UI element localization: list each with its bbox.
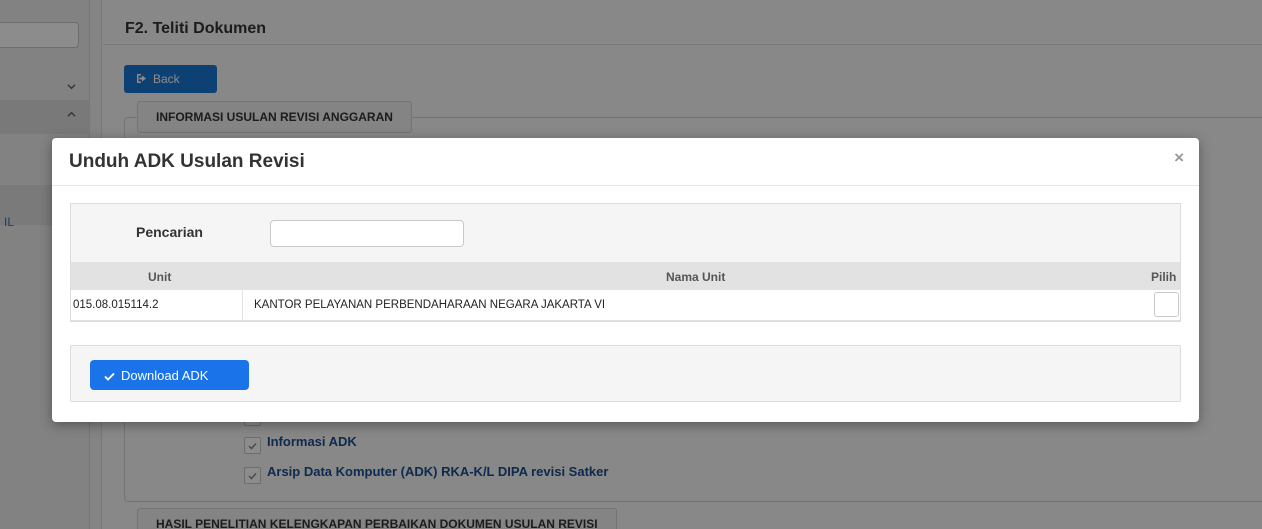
table-row[interactable]: 015.08.015114.2 KANTOR PELAYANAN PERBEND… bbox=[71, 290, 1180, 321]
modal-header: Unduh ADK Usulan Revisi × bbox=[52, 138, 1199, 186]
search-panel: Pencarian Unit Nama Unit Pilih 015.08.01… bbox=[70, 203, 1181, 322]
column-header-pilih[interactable]: Pilih bbox=[1151, 270, 1176, 284]
download-adk-label: Download ADK bbox=[121, 368, 209, 383]
unduh-adk-modal: Unduh ADK Usulan Revisi × Pencarian Unit… bbox=[52, 138, 1199, 422]
close-icon[interactable]: × bbox=[1174, 148, 1184, 168]
column-header-nama-unit[interactable]: Nama Unit bbox=[666, 270, 725, 284]
download-adk-button[interactable]: Download ADK bbox=[90, 360, 249, 390]
check-icon bbox=[104, 372, 115, 381]
cell-divider bbox=[242, 290, 243, 321]
cell-nama-unit: KANTOR PELAYANAN PERBENDAHARAAN NEGARA J… bbox=[254, 299, 606, 311]
search-input[interactable] bbox=[270, 220, 464, 247]
cell-unit: 015.08.015114.2 bbox=[73, 299, 159, 311]
search-label: Pencarian bbox=[136, 224, 203, 240]
unit-table: Unit Nama Unit Pilih 015.08.015114.2 KAN… bbox=[71, 262, 1180, 321]
table-header: Unit Nama Unit Pilih bbox=[71, 262, 1180, 290]
modal-footer: Download ADK bbox=[70, 345, 1181, 402]
pilih-checkbox[interactable] bbox=[1154, 292, 1179, 317]
column-header-unit[interactable]: Unit bbox=[148, 270, 171, 284]
modal-title: Unduh ADK Usulan Revisi bbox=[69, 151, 305, 172]
